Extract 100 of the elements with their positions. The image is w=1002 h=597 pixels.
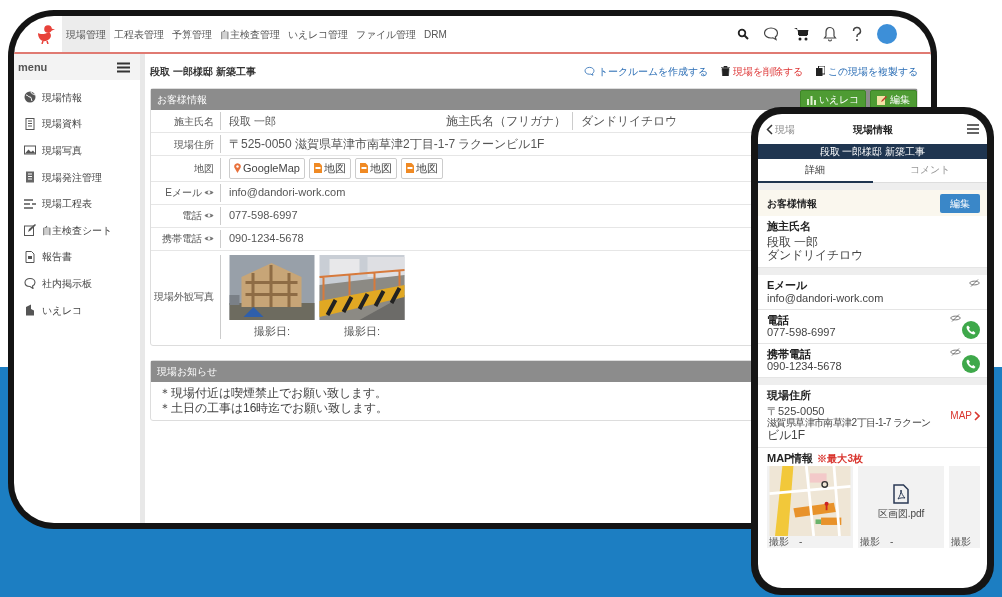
file-icon: [359, 163, 368, 174]
eye-icon: [204, 189, 214, 196]
eye-icon: [204, 212, 214, 219]
action-link[interactable]: トークルームを作成する: [584, 63, 708, 79]
field-label: 携帯電話: [162, 232, 202, 246]
map-tile[interactable]: 撮影 -: [767, 466, 853, 548]
field-label: 現場住所: [767, 389, 812, 402]
nav-tab[interactable]: DRM: [420, 16, 451, 52]
chat-icon[interactable]: [763, 26, 779, 42]
field-value: 077-598-6997: [767, 326, 836, 339]
address-text: 滋賀県草津市南草津2丁目-1-7 ラクーン: [767, 417, 931, 429]
sidebar-title: menu: [18, 59, 48, 75]
card-title: 現場お知らせ: [157, 365, 217, 379]
tile-caption: -: [890, 536, 894, 548]
map-link[interactable]: MAP: [950, 410, 980, 422]
eye-icon: [204, 235, 214, 242]
document-icon: [24, 117, 36, 130]
nav-tab[interactable]: ファイル管理: [352, 16, 420, 52]
field-value: ダンドリイチロウ: [580, 113, 677, 130]
duck-logo: [36, 24, 56, 44]
field-value: 段取 一郎: [767, 235, 820, 249]
call-button[interactable]: [962, 355, 980, 374]
field-value: ダンドリイチロウ: [767, 249, 864, 264]
edit-button[interactable]: 編集: [940, 193, 980, 213]
site-banner: 段取 一郎様邸 新築工事: [758, 144, 987, 159]
nav-tab[interactable]: いえレコ管理: [284, 16, 352, 52]
map-button[interactable]: 地図: [308, 158, 351, 179]
sidebar-item[interactable]: 社内掲示板: [14, 270, 140, 297]
sidebar-item[interactable]: 現場写真: [14, 137, 140, 164]
sidebar-item[interactable]: 報告書: [14, 243, 140, 271]
map-tile[interactable]: 区画図.pdf 撮影 -: [858, 466, 944, 548]
field-label: 地図: [194, 161, 214, 176]
document-icon: [24, 171, 36, 184]
field-value: info@dandori-work.com: [767, 291, 884, 305]
action-link[interactable]: 現場を削除する: [721, 63, 803, 79]
map-button[interactable]: 地図: [354, 158, 397, 179]
menu-icon[interactable]: [117, 61, 130, 73]
field-label: 電話: [767, 313, 790, 327]
section-title: MAP情報: [767, 451, 814, 465]
field-label: 施主氏名: [767, 220, 812, 233]
search-icon[interactable]: [737, 28, 749, 40]
eye-slash-icon: [950, 313, 961, 322]
tile-caption: 撮影: [769, 536, 789, 548]
sidebar-item[interactable]: 現場発注管理: [14, 163, 140, 191]
tile-caption: 撮影: [860, 536, 880, 548]
nav-tab[interactable]: 予算管理: [168, 16, 216, 52]
chevron-left-icon: [766, 123, 773, 135]
image-icon: [24, 144, 36, 157]
notice-text: ＊現場付近は喫煙禁止でお願い致します。: [159, 386, 387, 401]
chat-icon: [584, 65, 595, 77]
eye-slash-icon: [950, 347, 961, 356]
copy-icon: [816, 66, 825, 76]
address-text: 〒525-0050: [767, 404, 826, 417]
sidebar-item[interactable]: いえレコ: [14, 296, 140, 324]
avatar-icon[interactable]: [877, 24, 897, 44]
cart-icon[interactable]: [793, 26, 809, 42]
field-label: Eメール: [165, 186, 202, 200]
field-value: info@dandori-work.com: [228, 185, 346, 201]
field-value: 〒525-0050 滋賀県草津市南草津2丁目-1-7 ラクーンビル1F: [228, 136, 545, 153]
notice-text: ＊土日の工事は16時迄でお願い致します。: [159, 401, 389, 416]
tile-caption: -: [799, 536, 803, 548]
globe-icon: [24, 91, 36, 104]
building-icon: [24, 304, 36, 317]
trash-icon: [721, 66, 730, 76]
field-label: 現場外観写真: [154, 290, 214, 305]
photo-caption: 撮影日:: [253, 323, 291, 339]
photo-caption: 撮影日:: [343, 323, 381, 339]
field-label: 携帯電話: [767, 347, 812, 361]
notepad-icon: [877, 94, 887, 105]
file-name: 区画図.pdf: [877, 507, 925, 520]
field-label: 電話: [182, 209, 202, 223]
nav-tab[interactable]: 工程表管理: [110, 16, 168, 52]
field-label: Eメール: [767, 279, 809, 292]
file-icon: [405, 163, 414, 174]
screen-title: 現場情報: [852, 122, 893, 137]
edit-icon: [24, 224, 36, 237]
sidebar-item[interactable]: 現場情報: [14, 84, 140, 111]
call-button[interactable]: [962, 320, 980, 339]
chat-icon: [24, 277, 36, 290]
field-value: 077-598-6997: [228, 208, 298, 224]
map-tile[interactable]: 撮影: [949, 466, 980, 548]
nav-tab[interactable]: 現場管理: [62, 16, 110, 52]
eye-slash-icon: [969, 279, 980, 288]
sidebar-item[interactable]: 現場工程表: [14, 190, 140, 217]
map-button[interactable]: GoogleMap: [229, 158, 305, 179]
help-icon[interactable]: [851, 26, 863, 42]
chart-icon: [807, 94, 816, 105]
sidebar-item[interactable]: 現場資料: [14, 110, 140, 138]
map-button[interactable]: 地図: [400, 158, 443, 179]
phone-icon: [966, 324, 976, 335]
field-value: 段取 一郎: [228, 113, 278, 129]
nav-tab[interactable]: 自主検査管理: [216, 16, 284, 52]
bell-icon[interactable]: [823, 26, 837, 42]
field-label: 施主氏名: [174, 114, 214, 129]
back-link[interactable]: 現場: [766, 121, 795, 137]
document-icon: [24, 250, 36, 263]
sidebar-item[interactable]: 自主検査シート: [14, 216, 140, 244]
menu-icon[interactable]: [967, 124, 979, 134]
limit-note: ※最大3枚: [817, 452, 863, 465]
action-link[interactable]: この現場を複製する: [816, 63, 918, 79]
